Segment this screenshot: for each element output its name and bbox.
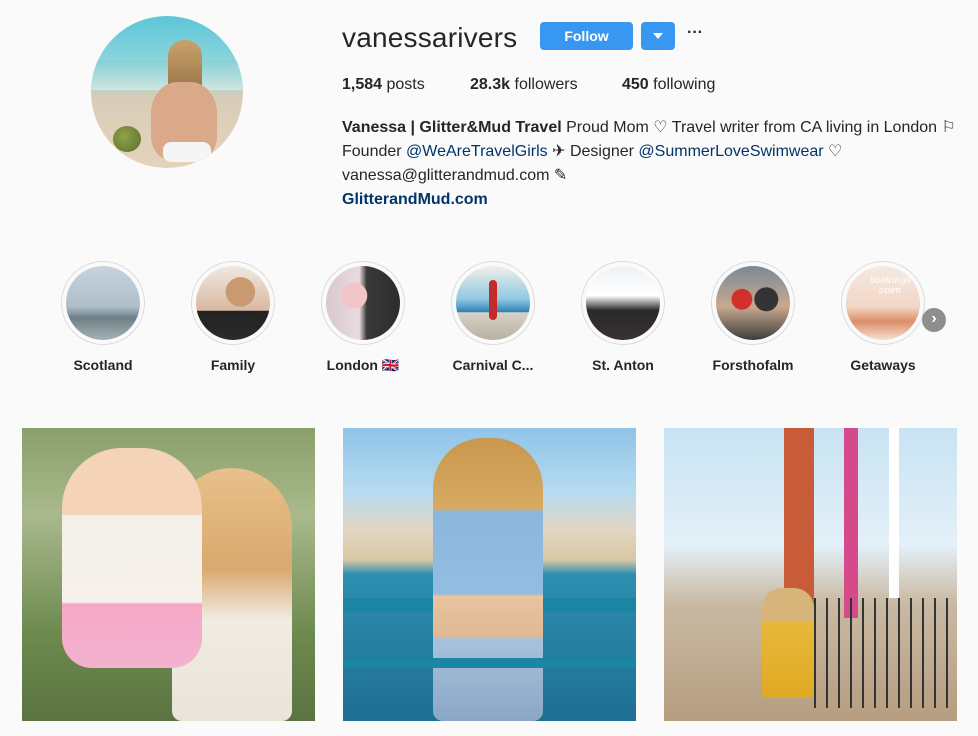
- highlight-ring: bookings open: [841, 261, 925, 345]
- highlight-london[interactable]: London 🇬🇧: [298, 261, 428, 374]
- highlight-ring: [61, 261, 145, 345]
- bio-heart-text: ♡: [823, 143, 843, 160]
- highlight-cover: bookings open: [846, 266, 920, 340]
- stat-following[interactable]: 450 following: [622, 76, 715, 94]
- follow-button[interactable]: Follow: [540, 22, 633, 50]
- posts-count: 1,584: [342, 76, 383, 93]
- highlight-ring: [321, 261, 405, 345]
- post-thumbnail[interactable]: [22, 428, 315, 721]
- post-pole: [844, 428, 858, 618]
- stat-followers[interactable]: 28.3k followers: [470, 76, 578, 94]
- post-thumbnail[interactable]: [664, 428, 957, 721]
- profile-bio: Vanessa | Glitter&Mud Travel Proud Mom ♡…: [342, 116, 972, 212]
- highlight-ring: [711, 261, 795, 345]
- highlight-ring: [451, 261, 535, 345]
- mention-link-summerloveswimwear[interactable]: @SummerLoveSwimwear: [638, 143, 823, 160]
- suggested-dropdown-button[interactable]: [641, 22, 675, 50]
- cover-text: bookings open: [869, 276, 911, 296]
- chevron-right-icon[interactable]: ›: [922, 308, 946, 332]
- highlight-st-anton[interactable]: St. Anton: [558, 261, 688, 373]
- post-figure: [762, 588, 814, 698]
- highlight-ring: [191, 261, 275, 345]
- highlight-cover: [586, 266, 660, 340]
- cover-figure: [489, 280, 497, 320]
- highlight-family[interactable]: Family: [168, 261, 298, 373]
- more-options-button[interactable]: ···: [684, 22, 706, 50]
- following-count: 450: [622, 76, 649, 93]
- profile-username: vanessarivers: [342, 22, 518, 53]
- followers-label: followers: [510, 76, 578, 93]
- post-figure: [433, 438, 543, 721]
- highlight-label: Forsthofalm: [712, 357, 794, 373]
- stat-posts: 1,584 posts: [342, 76, 425, 94]
- post-thumbnail[interactable]: [343, 428, 636, 721]
- profile-page: vanessarivers Follow ··· 1,584 posts 28.…: [0, 0, 978, 736]
- post-figure: [62, 448, 202, 668]
- bio-line-1: Vanessa | Glitter&Mud Travel Proud Mom ♡…: [342, 116, 972, 140]
- highlight-label: Carnival C...: [452, 357, 534, 373]
- bio-text-1: Proud Mom ♡ Travel writer from CA living…: [561, 119, 956, 136]
- highlight-forsthofalm[interactable]: Forsthofalm: [688, 261, 818, 373]
- avatar-coconut: [113, 126, 141, 152]
- highlight-cover: [456, 266, 530, 340]
- post-railing: [343, 658, 636, 668]
- profile-avatar[interactable]: [91, 16, 243, 168]
- highlight-carnival[interactable]: Carnival C...: [428, 261, 558, 373]
- highlight-ring: [581, 261, 665, 345]
- post-ferris-wheel: [784, 428, 814, 608]
- posts-label: posts: [382, 76, 425, 93]
- highlight-label: St. Anton: [592, 357, 654, 373]
- highlight-cover: [716, 266, 790, 340]
- avatar-swimsuit: [163, 142, 211, 162]
- highlight-cover: [326, 266, 400, 340]
- highlight-cover: [196, 266, 270, 340]
- highlight-cover: [66, 266, 140, 340]
- profile-full-name: Vanessa | Glitter&Mud Travel: [342, 119, 562, 136]
- highlight-label: Scotland: [73, 357, 133, 373]
- followers-count: 28.3k: [470, 76, 511, 93]
- bio-designer-text: ✈ Designer: [547, 143, 639, 160]
- highlight-label: Family: [210, 357, 256, 373]
- highlight-label: London 🇬🇧: [326, 357, 400, 373]
- bio-line-2: Founder @WeAreTravelGirls ✈ Designer @Su…: [342, 140, 972, 164]
- following-label: following: [648, 76, 716, 93]
- post-fence: [814, 598, 957, 708]
- chevron-down-icon: [653, 33, 663, 39]
- website-link[interactable]: GlitterandMud.com: [342, 188, 972, 212]
- highlight-scotland[interactable]: Scotland: [38, 261, 168, 373]
- post-pole: [889, 428, 899, 598]
- mention-link-wearetravelgirls[interactable]: @WeAreTravelGirls: [406, 143, 548, 160]
- bio-email: vanessa@glitterandmud.com ✎: [342, 167, 568, 184]
- bio-founder-text: Founder: [342, 143, 407, 160]
- highlight-label: Getaways: [850, 357, 916, 373]
